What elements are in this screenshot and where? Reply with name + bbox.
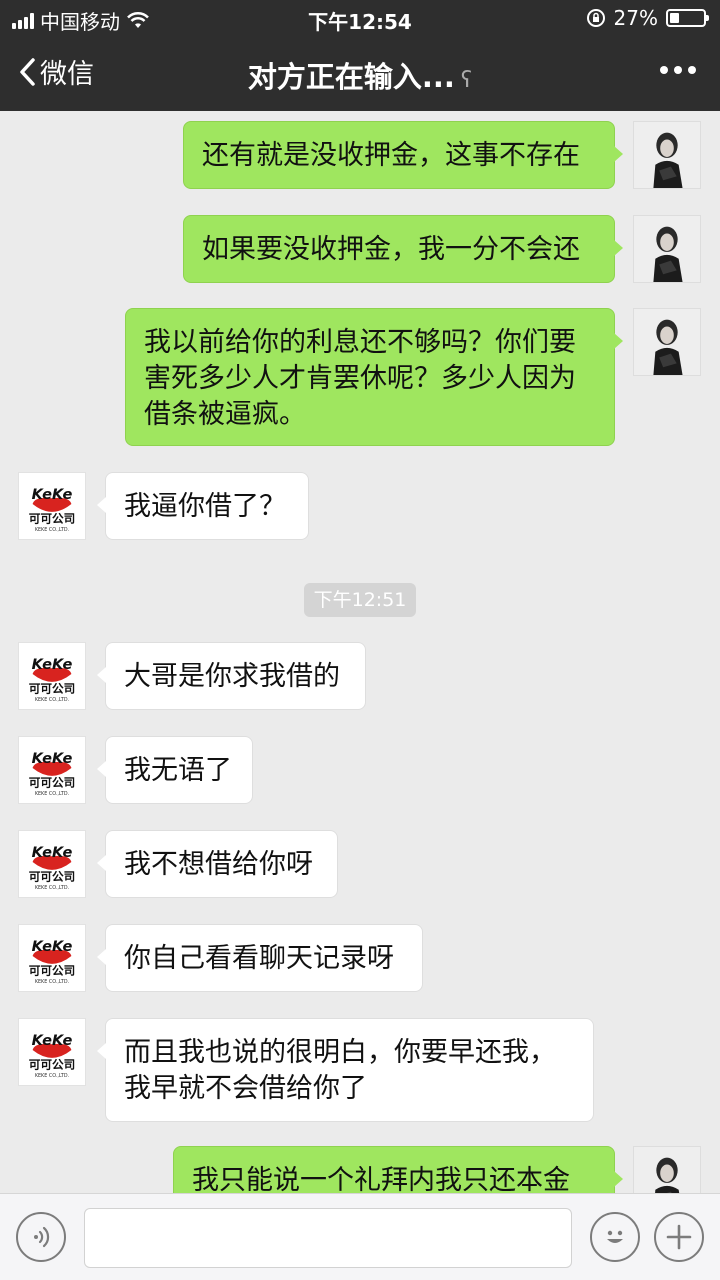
message-bubble-me[interactable]: 我以前给你的利息还不够吗？你们要害死多少人才肯罢休呢？多少人因为借条被逼疯。 [125, 308, 623, 446]
portrait-image [634, 309, 700, 375]
message-bubble-other[interactable]: 大哥是你求我借的 [97, 642, 366, 710]
portrait-image [634, 1147, 700, 1193]
my-avatar[interactable] [633, 1146, 701, 1193]
message-timestamp: 下午12:51 [304, 583, 416, 617]
chat-title: 对方正在输入... ʕ [0, 54, 720, 96]
nav-bar: 微信 对方正在输入... ʕ [0, 36, 720, 111]
battery-percent: 27% [613, 6, 658, 30]
message-text: 我只能说一个礼拜内我只还本金 [192, 1165, 570, 1193]
message-text: 而且我也说的很明白，你要早还我，我早就不会借给你了 [124, 1037, 556, 1104]
message-bubble-me[interactable]: 我只能说一个礼拜内我只还本金 [173, 1146, 623, 1193]
my-avatar[interactable] [633, 215, 701, 283]
svg-text:可可公司: 可可公司 [29, 1058, 76, 1072]
svg-text:KeKe: KeKe [32, 750, 73, 767]
message-bubble-me[interactable]: 如果要没收押金，我一分不会还 [183, 215, 623, 283]
keke-logo: KeKe 可可公司 KEKE CO.,LTD. [19, 831, 85, 897]
message-text: 你自己看看聊天记录呀 [124, 943, 394, 974]
portrait-image [634, 216, 700, 282]
svg-text:可可公司: 可可公司 [29, 964, 76, 978]
header: 中国移动 下午12:54 27% 微信 对方正在输入... ʕ [0, 0, 720, 111]
contact-avatar[interactable]: KeKe 可可公司 KEKE CO.,LTD. [18, 472, 86, 540]
contact-avatar[interactable]: KeKe 可可公司 KEKE CO.,LTD. [18, 924, 86, 992]
svg-text:KEKE CO.,LTD.: KEKE CO.,LTD. [35, 697, 70, 703]
portrait-image [634, 122, 700, 188]
svg-text:KEKE CO.,LTD.: KEKE CO.,LTD. [35, 791, 70, 797]
keke-logo: KeKe 可可公司 KEKE CO.,LTD. [19, 737, 85, 803]
contact-avatar[interactable]: KeKe 可可公司 KEKE CO.,LTD. [18, 736, 86, 804]
message-input[interactable] [84, 1208, 572, 1268]
chat-title-text: 对方正在输入... [247, 60, 455, 94]
svg-text:可可公司: 可可公司 [29, 776, 76, 790]
keke-logo: KeKe 可可公司 KEKE CO.,LTD. [19, 1019, 85, 1085]
svg-text:KEKE CO.,LTD.: KEKE CO.,LTD. [35, 979, 70, 985]
contact-avatar[interactable]: KeKe 可可公司 KEKE CO.,LTD. [18, 642, 86, 710]
svg-text:可可公司: 可可公司 [29, 512, 76, 526]
message-bubble-other[interactable]: 我无语了 [97, 736, 253, 804]
dot [660, 66, 668, 74]
contact-avatar[interactable]: KeKe 可可公司 KEKE CO.,LTD. [18, 830, 86, 898]
svg-text:可可公司: 可可公司 [29, 870, 76, 884]
svg-text:KeKe: KeKe [32, 844, 73, 861]
message-bubble-other[interactable]: 我逼你借了？ [97, 472, 309, 540]
keke-logo: KeKe 可可公司 KEKE CO.,LTD. [19, 473, 85, 539]
message-text: 还有就是没收押金，这事不存在 [202, 140, 580, 171]
keke-logo: KeKe 可可公司 KEKE CO.,LTD. [19, 925, 85, 991]
keke-logo: KeKe 可可公司 KEKE CO.,LTD. [19, 643, 85, 709]
message-bubble-other[interactable]: 你自己看看聊天记录呀 [97, 924, 423, 992]
rotation-lock-icon [586, 9, 605, 27]
svg-text:KEKE CO.,LTD.: KEKE CO.,LTD. [35, 527, 70, 533]
dot [674, 66, 682, 74]
svg-text:KeKe: KeKe [32, 1032, 73, 1049]
svg-text:KEKE CO.,LTD.: KEKE CO.,LTD. [35, 885, 70, 891]
svg-text:KeKe: KeKe [32, 656, 73, 673]
contact-avatar[interactable]: KeKe 可可公司 KEKE CO.,LTD. [18, 1018, 86, 1086]
status-right: 27% [586, 6, 709, 30]
emoji-button[interactable] [590, 1212, 640, 1262]
input-bar [0, 1193, 720, 1280]
svg-text:KeKe: KeKe [32, 486, 73, 503]
voice-icon [34, 1226, 50, 1248]
battery-icon [666, 9, 709, 27]
my-avatar[interactable] [633, 121, 701, 189]
message-text: 我无语了 [124, 755, 232, 786]
emoji-icon [607, 1230, 623, 1243]
plus-icon [666, 1224, 692, 1250]
svg-text:可可公司: 可可公司 [29, 682, 76, 696]
message-text: 我以前给你的利息还不够吗？你们要害死多少人才肯罢休呢？多少人因为借条被逼疯。 [144, 327, 576, 430]
message-text: 我逼你借了？ [124, 491, 286, 522]
message-text: 大哥是你求我借的 [124, 661, 340, 692]
voice-button[interactable] [16, 1212, 66, 1262]
message-text: 如果要没收押金，我一分不会还 [202, 234, 580, 265]
message-bubble-other[interactable]: 而且我也说的很明白，你要早还我，我早就不会借给你了 [97, 1018, 594, 1122]
svg-text:KEKE CO.,LTD.: KEKE CO.,LTD. [35, 1073, 70, 1079]
battery-fill [670, 13, 679, 23]
my-avatar[interactable] [633, 308, 701, 376]
message-bubble-me[interactable]: 还有就是没收押金，这事不存在 [183, 121, 623, 189]
chat-area[interactable]: 还有就是没收押金，这事不存在 如果要没收押金，我一分不会还 我以前给你的利息还不… [0, 111, 720, 1193]
dot [688, 66, 696, 74]
ear-icon: ʕ [460, 68, 473, 93]
message-text: 我不想借给你呀 [124, 849, 313, 880]
plus-button[interactable] [654, 1212, 704, 1262]
status-bar: 中国移动 下午12:54 27% [0, 0, 720, 36]
more-button[interactable] [660, 66, 696, 74]
message-bubble-other[interactable]: 我不想借给你呀 [97, 830, 338, 898]
svg-text:KeKe: KeKe [32, 938, 73, 955]
